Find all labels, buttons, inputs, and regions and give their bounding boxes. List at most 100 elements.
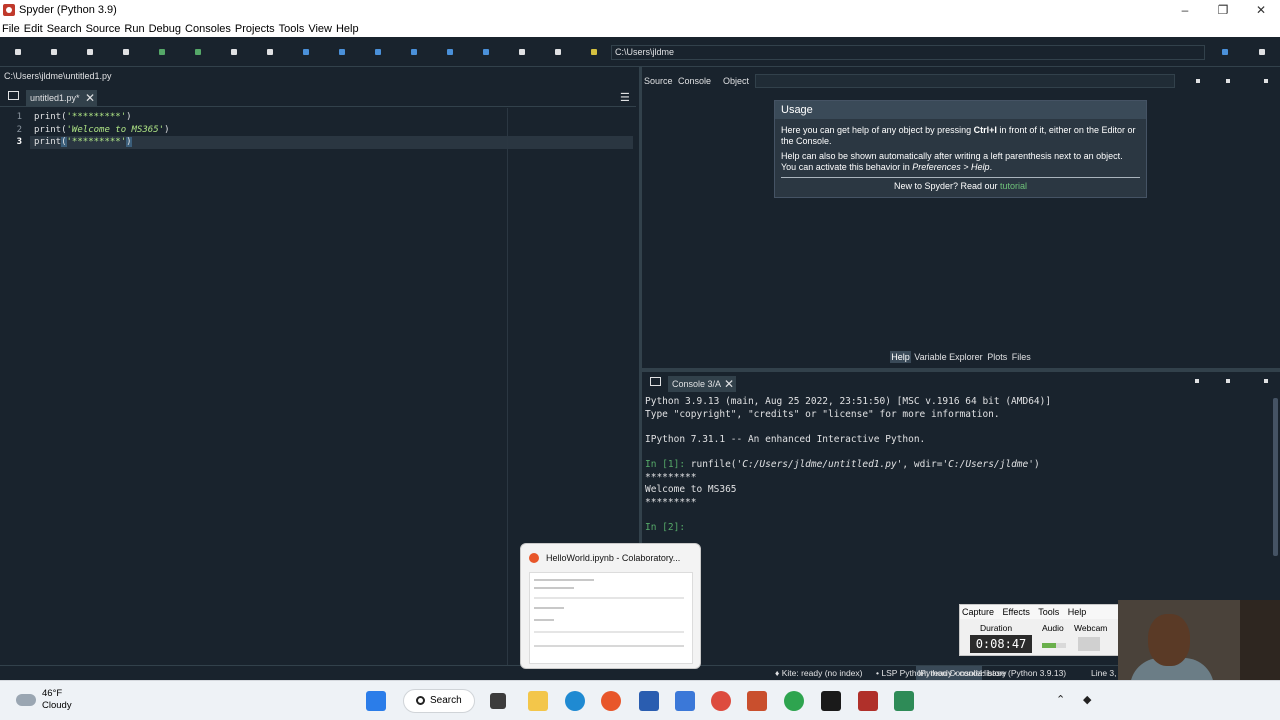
tab-plots[interactable]: Plots: [986, 351, 1008, 363]
stop-debug-icon[interactable]: [483, 49, 489, 55]
menu-edit[interactable]: Edit: [24, 23, 43, 35]
save-icon[interactable]: [87, 49, 93, 55]
debug-step-icon[interactable]: [339, 49, 345, 55]
maximize-pane-icon[interactable]: [519, 49, 525, 55]
run-cell-icon[interactable]: [195, 49, 201, 55]
camtasia-icon[interactable]: [894, 691, 914, 711]
spyder-taskbar-icon[interactable]: [858, 691, 878, 711]
help-options-icon[interactable]: [1226, 79, 1230, 83]
console-tab[interactable]: Console 3/A ✕: [668, 376, 736, 392]
help-object-label: Object: [723, 76, 750, 86]
console-scrollbar[interactable]: [1273, 398, 1278, 556]
browse-folder-icon[interactable]: [1222, 49, 1228, 55]
recorder-menu-help[interactable]: Help: [1068, 607, 1087, 617]
tab-variable-explorer[interactable]: Variable Explorer: [913, 351, 983, 363]
browse-tabs-icon[interactable]: [8, 91, 19, 100]
anaconda-icon[interactable]: [784, 691, 804, 711]
parent-directory-icon[interactable]: [1259, 49, 1265, 55]
console-menu-icon[interactable]: [1264, 379, 1268, 383]
menu-help[interactable]: Help: [336, 23, 359, 35]
weather-widget[interactable]: 46°F Cloudy: [16, 688, 72, 712]
recorder-menu-tools[interactable]: Tools: [1038, 607, 1059, 617]
powerpoint-icon[interactable]: [747, 691, 767, 711]
usage-panel: Usage Here you can get help of any objec…: [774, 100, 1147, 198]
editor-tab-untitled1[interactable]: untitled1.py* ✕: [26, 90, 97, 107]
preferences-icon[interactable]: [555, 49, 561, 55]
console-output-line: *********: [645, 471, 697, 483]
run-cell-advance-icon[interactable]: [231, 49, 237, 55]
new-file-icon[interactable]: [15, 49, 21, 55]
menu-tools[interactable]: Tools: [279, 23, 305, 35]
open-file-icon[interactable]: [51, 49, 57, 55]
maximize-icon[interactable]: ❐: [1204, 0, 1242, 20]
continue-icon[interactable]: [447, 49, 453, 55]
todo-icon[interactable]: [675, 691, 695, 711]
file-explorer-icon[interactable]: [528, 691, 548, 711]
stop-kernel-icon[interactable]: [1195, 379, 1199, 383]
webcam-label: Webcam: [1074, 623, 1108, 633]
console-prompt[interactable]: In [2]:: [645, 522, 1051, 535]
python-path-icon[interactable]: [591, 49, 597, 55]
tab-files[interactable]: Files: [1011, 351, 1032, 363]
firefox-taskbar-icon[interactable]: [601, 691, 621, 711]
recording-duration: 0:08:47: [970, 635, 1032, 653]
tray-overflow-icon[interactable]: ⌃: [1056, 693, 1065, 706]
save-all-icon[interactable]: [123, 49, 129, 55]
tutorial-link[interactable]: tutorial: [1000, 181, 1027, 191]
help-source-label[interactable]: Source: [644, 76, 673, 86]
start-icon[interactable]: [366, 691, 386, 711]
console-options-icon[interactable]: [1226, 379, 1230, 383]
store-icon[interactable]: [639, 691, 659, 711]
recorder-menu-effects[interactable]: Effects: [1003, 607, 1030, 617]
close-icon[interactable]: ✕: [1242, 0, 1280, 20]
console-splitter[interactable]: [642, 368, 1280, 372]
kite-status: ♦ Kite: ready (no index): [775, 668, 863, 678]
lock-icon[interactable]: [1196, 79, 1200, 83]
edge-icon[interactable]: [565, 691, 585, 711]
firefox-icon: [529, 553, 539, 563]
console-browse-icon[interactable]: [650, 377, 661, 386]
audio-level-meter[interactable]: [1042, 643, 1066, 648]
preview-thumbnail: [529, 572, 693, 664]
audio-label: Audio: [1042, 623, 1064, 633]
taskbar: 46°F Cloudy Search ⌃ ◆: [0, 680, 1280, 720]
minimize-icon[interactable]: –: [1166, 0, 1204, 20]
close-tab-icon[interactable]: ✕: [85, 90, 95, 107]
console-line: Python 3.9.13 (main, Aug 25 2022, 23:51:…: [645, 396, 1052, 407]
close-console-icon[interactable]: ✕: [724, 376, 734, 392]
recorder-menu-capture[interactable]: Capture: [962, 607, 994, 617]
step-into-icon[interactable]: [375, 49, 381, 55]
menu-search[interactable]: Search: [47, 23, 82, 35]
terminal-icon[interactable]: [821, 691, 841, 711]
cursor-line-status: Line 3,: [1091, 668, 1117, 678]
menu-debug[interactable]: Debug: [149, 23, 181, 35]
menu-run[interactable]: Run: [124, 23, 144, 35]
debug-icon[interactable]: [303, 49, 309, 55]
console-output[interactable]: Python 3.9.13 (main, Aug 25 2022, 23:51:…: [645, 396, 1051, 535]
task-view-icon[interactable]: [490, 693, 506, 709]
menu-projects[interactable]: Projects: [235, 23, 275, 35]
menu-file[interactable]: File: [2, 23, 20, 35]
taskbar-preview[interactable]: HelloWorld.ipynb - Colaboratory...: [520, 543, 701, 669]
step-return-icon[interactable]: [411, 49, 417, 55]
editor-options-icon[interactable]: ☰: [620, 91, 630, 104]
console-tab-label: Console 3/A: [672, 379, 722, 389]
menu-consoles[interactable]: Consoles: [185, 23, 231, 35]
taskbar-search[interactable]: Search: [403, 689, 475, 713]
webcam-toggle[interactable]: [1078, 637, 1100, 651]
console-output-line: *********: [645, 496, 697, 508]
tab-help[interactable]: Help: [890, 351, 911, 363]
chrome-icon[interactable]: [711, 691, 731, 711]
screen-recorder-widget: Capture Effects Tools Help Duration Audi…: [959, 604, 1119, 656]
editor-file-path: C:\Users\jldme\untitled1.py: [4, 71, 112, 81]
usage-paragraph-2: Help can also be shown automatically aft…: [781, 151, 1123, 172]
menu-source[interactable]: Source: [86, 23, 121, 35]
help-console-label[interactable]: Console: [678, 76, 711, 86]
working-directory-input[interactable]: C:\Users\jldme: [611, 45, 1205, 60]
dropbox-icon[interactable]: ◆: [1083, 693, 1091, 706]
run-selection-icon[interactable]: [267, 49, 273, 55]
help-menu-icon[interactable]: [1264, 79, 1268, 83]
run-icon[interactable]: [159, 49, 165, 55]
menu-view[interactable]: View: [308, 23, 332, 35]
help-object-input[interactable]: [755, 74, 1175, 88]
